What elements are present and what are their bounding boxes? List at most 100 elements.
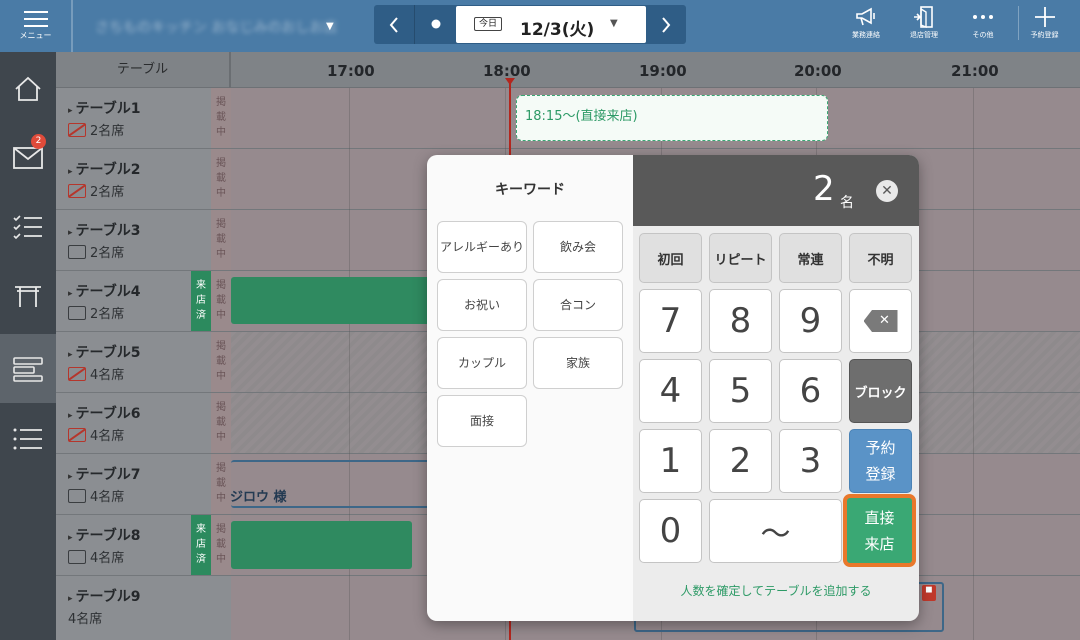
table-label[interactable]: テーブル8 4名席 bbox=[56, 515, 211, 575]
current-date: 12/3(火) bbox=[520, 20, 595, 40]
listing-status: 掲載中 bbox=[211, 88, 231, 148]
reserve-label-line2: 登録 bbox=[865, 465, 896, 483]
listing-status: 掲載中 bbox=[211, 271, 231, 331]
walkin-popup: キーワード アレルギーあり 飲み会 お祝い 合コン カップル 家族 面接 2 名… bbox=[427, 155, 919, 621]
table-label[interactable]: テーブル3 2名席 bbox=[56, 210, 211, 270]
table-label[interactable]: テーブル1 2名席 bbox=[56, 88, 211, 148]
exit-door-icon bbox=[914, 6, 933, 28]
confirm-add-table-link[interactable]: 人数を確定してテーブルを追加する bbox=[633, 582, 919, 599]
digit-2-key[interactable]: 2 bbox=[709, 429, 772, 493]
keyword-celebration[interactable]: お祝い bbox=[437, 279, 527, 331]
keyword-mixer[interactable]: 合コン bbox=[533, 279, 623, 331]
menu-button[interactable]: メニュー bbox=[0, 0, 72, 52]
app-root: メニュー さちものキッチン おなじみのおしお店 ▼ 今日 12/3(火) ▼ 業… bbox=[0, 0, 1080, 640]
clear-icon[interactable]: ✕ bbox=[876, 180, 898, 202]
digit-7-key[interactable]: 7 bbox=[639, 289, 702, 353]
walkin-label-line1: 直接 bbox=[864, 508, 895, 527]
notice-button[interactable]: 業務連絡 bbox=[840, 6, 892, 40]
store-name[interactable]: さちものキッチン おなじみのおしお店 bbox=[95, 17, 337, 37]
reserve-button[interactable]: 予約 登録 bbox=[849, 429, 912, 493]
table-name: テーブル8 bbox=[68, 525, 141, 545]
listing-status: 掲載中 bbox=[211, 393, 231, 453]
plus-icon bbox=[1034, 7, 1055, 27]
keyword-interview[interactable]: 面接 bbox=[437, 395, 527, 447]
digit-8-key[interactable]: 8 bbox=[709, 289, 772, 353]
sidebar-item-messages[interactable]: 2 bbox=[0, 127, 56, 189]
keyword-allergy[interactable]: アレルギーあり bbox=[437, 221, 527, 273]
table-label[interactable]: テーブル4 2名席 bbox=[56, 271, 211, 331]
mail-icon bbox=[13, 147, 43, 169]
time-header: 19:00 bbox=[639, 62, 687, 80]
keyword-couple[interactable]: カップル bbox=[437, 337, 527, 389]
category-unknown[interactable]: 不明 bbox=[849, 233, 912, 283]
digit-4-key[interactable]: 4 bbox=[639, 359, 702, 423]
chevron-left-icon bbox=[389, 17, 398, 33]
category-first-visit[interactable]: 初回 bbox=[639, 233, 702, 283]
table-name: テーブル1 bbox=[68, 98, 141, 118]
chevron-down-icon: ▼ bbox=[610, 18, 618, 29]
date-selector[interactable]: 今日 12/3(火) ▼ bbox=[456, 6, 646, 43]
no-seat-icon bbox=[68, 427, 86, 442]
range-tilde-key[interactable]: ～ bbox=[709, 499, 842, 563]
sidebar-item-timeline[interactable] bbox=[0, 334, 56, 403]
table-label[interactable]: テーブル7 4名席 bbox=[56, 454, 211, 514]
listing-status: 掲載中 bbox=[211, 149, 231, 209]
party-size-value: 2 bbox=[813, 169, 835, 209]
more-button[interactable]: その他 bbox=[957, 6, 1009, 40]
seat-icon bbox=[68, 488, 86, 503]
menu-label: メニュー bbox=[19, 31, 52, 40]
store-dropdown-icon[interactable]: ▼ bbox=[326, 21, 334, 32]
digit-9-key[interactable]: 9 bbox=[779, 289, 842, 353]
table-label[interactable]: テーブル9 4名席 bbox=[56, 576, 231, 640]
keyword-drinking-party[interactable]: 飲み会 bbox=[533, 221, 623, 273]
today-dot-button[interactable] bbox=[414, 5, 456, 44]
party-size-display: 2 名 ✕ bbox=[633, 155, 919, 226]
reservation-block[interactable] bbox=[231, 277, 431, 324]
seat-info: 4名席 bbox=[68, 486, 124, 505]
today-badge: 今日 bbox=[474, 17, 503, 31]
sidebar-item-tables[interactable] bbox=[0, 265, 56, 327]
category-repeat[interactable]: リピート bbox=[709, 233, 772, 283]
backspace-button[interactable]: ✕ bbox=[849, 289, 912, 353]
reservation-block[interactable] bbox=[231, 521, 412, 569]
unread-badge: 2 bbox=[31, 134, 46, 149]
digit-0-key[interactable]: 0 bbox=[639, 499, 702, 563]
sidebar-item-list[interactable] bbox=[0, 408, 56, 470]
digit-3-key[interactable]: 3 bbox=[779, 429, 842, 493]
table-column-header: テーブル bbox=[56, 52, 231, 88]
list-icon bbox=[13, 428, 42, 450]
table-label[interactable]: テーブル5 4名席 bbox=[56, 332, 211, 392]
block-button[interactable]: ブロック bbox=[849, 359, 912, 423]
table-label[interactable]: テーブル2 2名席 bbox=[56, 149, 211, 209]
table-label[interactable]: テーブル6 4名席 bbox=[56, 393, 211, 453]
prev-day-button[interactable] bbox=[374, 5, 414, 44]
table-name: テーブル4 bbox=[68, 281, 141, 301]
table-name: テーブル9 bbox=[68, 586, 141, 606]
table-name: テーブル5 bbox=[68, 342, 141, 362]
table-name: テーブル6 bbox=[68, 403, 141, 423]
keyword-family[interactable]: 家族 bbox=[533, 337, 623, 389]
seat-info: 2名席 bbox=[68, 303, 124, 322]
divider bbox=[72, 0, 73, 52]
digit-5-key[interactable]: 5 bbox=[709, 359, 772, 423]
no-seat-icon bbox=[68, 183, 86, 198]
digit-1-key[interactable]: 1 bbox=[639, 429, 702, 493]
walkin-label-line2: 来店 bbox=[864, 534, 895, 553]
time-header: 21:00 bbox=[951, 62, 999, 80]
seat-count: 4名席 bbox=[90, 429, 125, 444]
table-name: テーブル3 bbox=[68, 220, 141, 240]
next-day-button[interactable] bbox=[646, 5, 686, 44]
checkout-button[interactable]: 退店管理 bbox=[898, 6, 950, 40]
grid-header: テーブル 17:00 18:00 19:00 20:00 21:00 bbox=[56, 52, 1080, 88]
seat-count: 2名席 bbox=[90, 124, 125, 139]
time-header: 20:00 bbox=[794, 62, 842, 80]
category-regular[interactable]: 常連 bbox=[779, 233, 842, 283]
sidebar-item-checklist[interactable] bbox=[0, 196, 56, 258]
walkin-button[interactable]: 直接 来店 bbox=[843, 494, 916, 567]
reservation-guest-name: ジロウ 様 bbox=[230, 490, 287, 505]
new-walkin-reservation[interactable]: 18:15～(直接来店) bbox=[516, 95, 828, 141]
add-reservation-button[interactable]: 予約登録 bbox=[1018, 6, 1070, 40]
sidebar-item-home[interactable] bbox=[0, 58, 56, 120]
digit-6-key[interactable]: 6 bbox=[779, 359, 842, 423]
current-time-marker bbox=[505, 78, 515, 85]
